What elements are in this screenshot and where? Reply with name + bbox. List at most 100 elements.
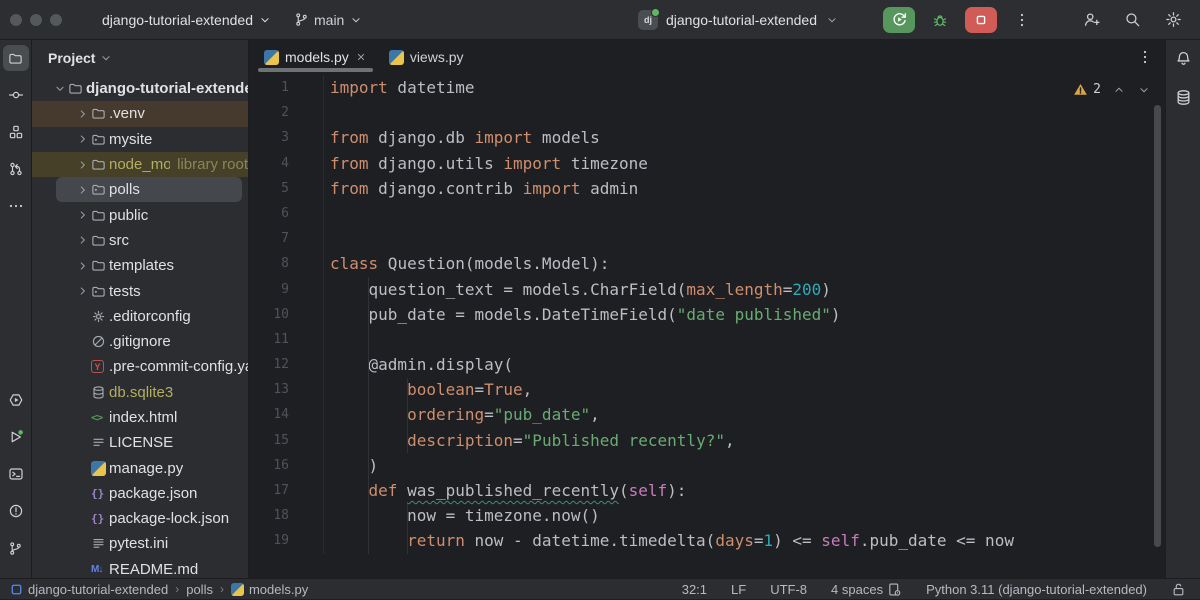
zoom-window-button[interactable] [50,14,62,26]
yaml-icon [91,360,104,373]
folder-icon [8,51,23,66]
tool-button-more-tools[interactable] [3,193,29,219]
breadcrumb-item-polls[interactable]: polls [186,582,213,597]
search-everywhere-button[interactable] [1124,11,1141,28]
status-line-separator[interactable]: LF [731,582,746,597]
tool-button-pull-requests-tool[interactable] [3,156,29,182]
chevron-down-icon[interactable] [52,82,68,96]
branch-name: main [314,12,344,28]
tree-item-mysite[interactable]: mysite [32,127,248,152]
status-indent-style[interactable]: 4 spaces [831,582,902,597]
status-widgets: 32:1 LF UTF-8 4 spaces Python 3.11 (django-t… [658,582,1186,597]
code-line: from django.db import models [330,125,1165,150]
run-button[interactable] [883,7,915,33]
tool-button-database-tool[interactable] [1175,89,1192,111]
close-window-button[interactable] [10,14,22,26]
bell-icon [1175,50,1192,67]
tree-item-package-lock-json[interactable]: package-lock.json [32,506,248,531]
chevron-right-icon[interactable] [75,107,91,121]
tree-item-venv[interactable]: .venv [32,101,248,126]
tree-item-label: mysite [109,131,152,148]
chevron-right-icon[interactable] [75,158,91,172]
chevron-up-icon[interactable] [1112,83,1126,97]
folder-icon [91,157,106,172]
tree-item-pytest-ini[interactable]: pytest.ini [32,531,248,556]
git-branch-icon [294,12,309,27]
tree-item-editorconfig[interactable]: .editorconfig [32,304,248,329]
code-with-me-button[interactable] [1083,11,1100,28]
tree-item-label: django-tutorial-extended [86,80,248,97]
settings-button[interactable] [1165,11,1182,28]
run-config-selector[interactable]: django-tutorial-extended [666,12,817,28]
status-file-lock[interactable] [1171,582,1186,597]
project-selector[interactable]: django-tutorial-extended [102,12,272,28]
chevron-right-icon[interactable] [75,284,91,298]
folder-icon [91,233,106,248]
status-file-encoding[interactable]: UTF-8 [770,582,807,597]
tree-item-tests[interactable]: tests [32,278,248,303]
chevron-right-icon[interactable] [75,208,91,222]
debug-button[interactable] [927,7,953,33]
problems-icon [8,503,24,519]
status-bar: django-tutorial-extended›polls›models.py… [0,578,1200,599]
breadcrumb-separator: › [220,582,224,596]
breadcrumb-item-django-tutorial-extended[interactable]: django-tutorial-extended [10,582,168,597]
tab-models-py[interactable]: models.py [253,40,378,74]
tree-item-label: .venv [109,105,145,122]
tree-item-db-sqlite3[interactable]: db.sqlite3 [32,380,248,405]
breadcrumb-item-models-py[interactable]: models.py [231,582,308,597]
tool-button-terminal-tool[interactable] [3,461,29,487]
tree-item-templates[interactable]: templates [32,253,248,278]
tree-item-node-modules[interactable]: node_moduleslibrary root [32,152,248,177]
tree-item-pre-commit-config-yaml[interactable]: .pre-commit-config.yaml [32,354,248,379]
chevron-right-icon[interactable] [75,183,91,197]
tree-item-public[interactable]: public [32,202,248,227]
stop-button[interactable] [965,7,997,33]
line-number: 9 [249,277,323,302]
pycharm-window: django-tutorial-extended main dj django-… [0,0,1200,600]
structure-icon [8,124,24,140]
tree-item-manage-py[interactable]: manage.py [32,455,248,480]
chevron-right-icon[interactable] [75,259,91,273]
tree-item-polls[interactable]: polls [56,177,242,202]
services-icon [8,392,24,408]
tool-button-commit-tool[interactable] [3,82,29,108]
tree-item-django-tutorial-extended[interactable]: django-tutorial-extended [32,76,248,101]
status-label: LF [731,582,746,597]
tool-button-git-tool[interactable] [3,535,29,561]
tree-item-gitignore[interactable]: .gitignore [32,329,248,354]
tool-button-run-tool[interactable] [3,424,29,450]
tree-item-license[interactable]: LICENSE [32,430,248,455]
chevron-right-icon[interactable] [75,132,91,146]
project-panel-header[interactable]: Project [32,40,248,76]
tree-item-package-json[interactable]: package.json [32,481,248,506]
line-number: 13 [249,377,323,402]
tab-options-icon[interactable] [1137,49,1153,65]
tool-button-problems-tool[interactable] [3,498,29,524]
minimize-window-button[interactable] [30,14,42,26]
status-caret-position[interactable]: 32:1 [682,582,707,597]
editor-scrollbar[interactable] [1154,105,1161,547]
status-python-interpreter[interactable]: Python 3.11 (django-tutorial-extended) [926,582,1147,597]
chevron-right-icon[interactable] [75,233,91,247]
tab-views-py[interactable]: views.py [378,40,475,74]
chevron-down-icon[interactable] [1137,83,1151,97]
chevron-down-icon [349,13,363,27]
line-number: 1 [249,75,323,100]
branch-selector[interactable]: main [294,12,363,28]
tree-item-index-html[interactable]: index.html [32,405,248,430]
tool-button-structure-tool[interactable] [3,119,29,145]
code-editor[interactable]: 12345678910111213141516171819 import dat… [249,75,1165,578]
tree-item-src[interactable]: src [32,228,248,253]
tree-item-label: README.md [109,561,198,578]
tree-item-readme-md[interactable]: README.md [32,557,248,578]
code-line: from django.utils import timezone [330,151,1165,176]
status-label: Python 3.11 (django-tutorial-extended) [926,582,1147,597]
tool-button-notifications[interactable] [1175,50,1192,72]
close-tab-icon[interactable] [355,51,367,63]
inspection-widget[interactable]: 2 [1073,82,1151,97]
run-more-button[interactable] [1009,7,1035,33]
tool-button-services-tool[interactable] [3,387,29,413]
pull-request-icon [8,161,24,177]
tool-button-project-tool[interactable] [3,45,29,71]
